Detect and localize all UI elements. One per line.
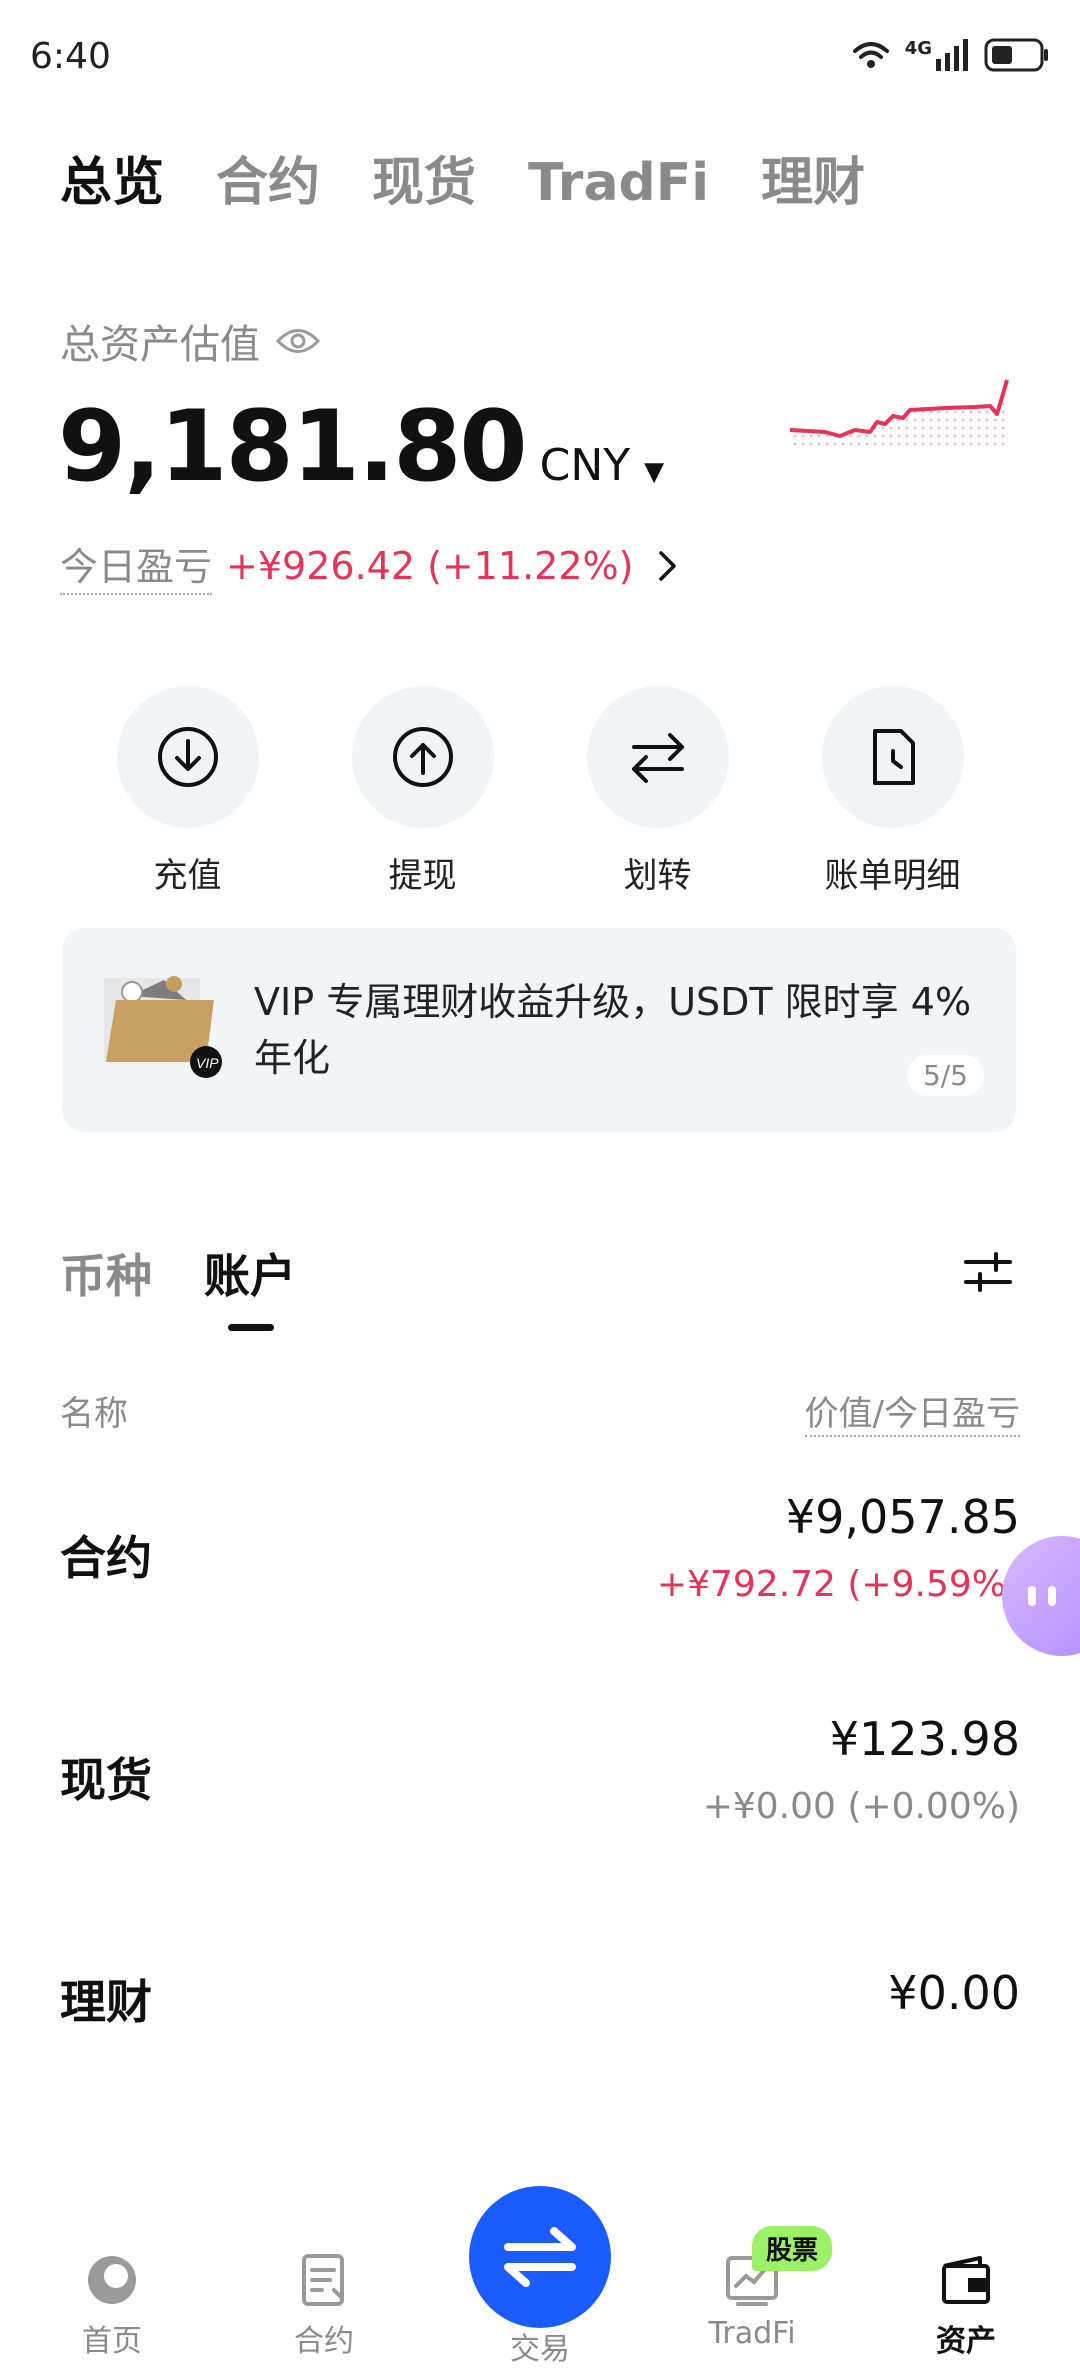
top-tabs: 总览 合约 现货 TradFi 理财 [60, 140, 865, 215]
transfer-label: 划转 [623, 856, 692, 896]
tab-spot[interactable]: 现货 [372, 140, 476, 215]
account-value: ¥0.00 [888, 1966, 1020, 2020]
account-row-spot[interactable]: 现货 ¥123.98 +¥0.00 (+0.00%) [60, 1712, 1020, 1852]
today-pnl-row[interactable]: 今日盈亏 +¥926.42 (+11.22%) [60, 536, 679, 595]
withdraw-icon [392, 727, 453, 787]
deposit-icon [157, 727, 218, 787]
account-pnl: +¥0.00 (+0.00%) [702, 1786, 1020, 1827]
bill-button[interactable]: 账单明细 [808, 686, 978, 897]
deposit-label: 充值 [153, 856, 222, 896]
tab-earn[interactable]: 理财 [761, 140, 865, 215]
transfer-button[interactable]: 划转 [573, 686, 743, 897]
nav-assets[interactable]: 资产 [886, 2252, 1046, 2360]
chevron-right-icon[interactable] [657, 549, 679, 583]
quick-actions: 充值 提现 划转 账单明细 [0, 686, 1080, 897]
network-label: 4G [904, 38, 932, 59]
asset-label-row: 总资产估值 [60, 312, 320, 370]
stock-badge: 股票 [752, 2226, 833, 2271]
nav-tradfi-label: TradFi [708, 2316, 796, 2351]
folder-vip-icon: VIP [104, 976, 222, 1078]
status-bar: 6:40 4G [0, 0, 1080, 118]
asset-sparkline [789, 379, 1009, 450]
deposit-button[interactable]: 充值 [103, 686, 273, 897]
trade-button[interactable] [469, 2186, 611, 2328]
home-icon [88, 2256, 136, 2304]
column-value[interactable]: 价值/今日盈亏 [804, 1386, 1020, 1437]
withdraw-label: 提现 [388, 856, 457, 896]
account-value: ¥9,057.85 [785, 1490, 1020, 1544]
account-name: 理财 [60, 1975, 152, 2029]
account-value: ¥123.98 [829, 1712, 1020, 1766]
tab-accounts[interactable]: 账户 [204, 1240, 296, 1331]
currency-selector[interactable]: CNY [540, 440, 631, 491]
promo-banner[interactable]: VIP VIP 专属理财收益升级，USDT 限时享 4% 年化 5/5 [62, 928, 1016, 1132]
asset-label: 总资产估值 [60, 322, 260, 368]
account-pnl: +¥792.72 (+9.59%) [656, 1564, 1020, 1605]
asset-value-row[interactable]: 9,181.80 CNY ▼ [58, 390, 664, 504]
tab-coins[interactable]: 币种 [60, 1240, 152, 1306]
banner-text: VIP 专属理财收益升级，USDT 限时享 4% 年化 [254, 980, 972, 1080]
column-name: 名称 [60, 1394, 128, 1434]
status-time: 6:40 [30, 36, 111, 77]
account-name: 合约 [60, 1531, 152, 1585]
today-pnl-label: 今日盈亏 [60, 536, 213, 595]
bill-icon [872, 729, 915, 785]
transfer-icon [631, 733, 684, 783]
svg-text:VIP: VIP [196, 1055, 219, 1071]
status-icons: 4G [851, 38, 1050, 72]
wallet-icon [942, 2256, 990, 2304]
account-row-contract[interactable]: 合约 ¥9,057.85 +¥792.72 (+9.59%) [60, 1490, 1020, 1630]
nav-contract[interactable]: 合约 [244, 2252, 404, 2360]
nav-home-label: 首页 [82, 2324, 142, 2359]
wifi-icon [852, 42, 889, 68]
banner-page-indicator: 5/5 [906, 1055, 984, 1096]
nav-home[interactable]: 首页 [32, 2252, 192, 2360]
nav-assets-label: 资产 [936, 2324, 996, 2359]
trade-icon [504, 2227, 576, 2287]
tab-tradfi[interactable]: TradFi [528, 153, 709, 213]
contract-icon [302, 2254, 344, 2306]
list-header: 名称 价值/今日盈亏 [60, 1386, 1020, 1437]
eye-icon[interactable] [276, 326, 320, 356]
bill-label: 账单明细 [824, 856, 961, 896]
nav-trade-label: 交易 [510, 2332, 570, 2367]
today-pnl-value: +¥926.42 (+11.22%) [226, 543, 634, 588]
withdraw-button[interactable]: 提现 [338, 686, 508, 897]
total-asset-value: 9,181.80 [58, 390, 528, 504]
tab-contract[interactable]: 合约 [216, 140, 320, 215]
nav-contract-label: 合约 [294, 2324, 354, 2359]
account-row-earn[interactable]: 理财 ¥0.00 [60, 1966, 1020, 2046]
battery-icon [984, 38, 1048, 72]
tab-overview[interactable]: 总览 [60, 140, 164, 215]
signal-icon [936, 39, 968, 71]
section-tabs: 币种 账户 [60, 1240, 296, 1331]
bottom-nav: 首页 合约 交易 TradFi 股票 资产 [0, 2186, 1080, 2376]
caret-down-icon[interactable]: ▼ [644, 457, 664, 487]
filter-icon[interactable] [964, 1252, 1012, 1292]
account-name: 现货 [60, 1753, 152, 1807]
assistant-icon [1028, 1586, 1056, 1606]
